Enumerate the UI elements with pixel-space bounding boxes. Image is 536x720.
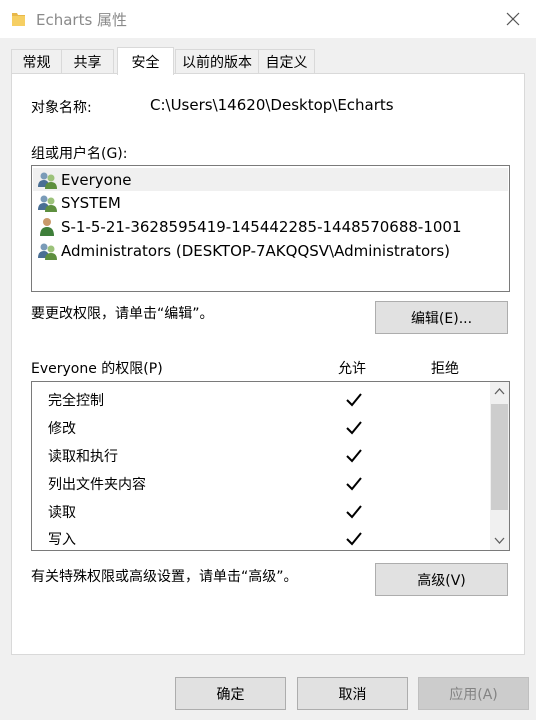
- tab-label: 自定义: [265, 55, 308, 71]
- edit-button[interactable]: 编辑(E)...: [375, 301, 508, 334]
- check-icon: [346, 532, 362, 546]
- list-item-label: S-1-5-21-3628595419-145442285-1448570688…: [61, 217, 462, 236]
- list-item-label: SYSTEM: [61, 193, 121, 212]
- edit-button-label: 编辑(E)...: [410, 310, 473, 327]
- tab-label: 安全: [131, 54, 160, 71]
- permissions-label: Everyone 的权限(P): [31, 361, 163, 377]
- list-item-administrators[interactable]: Administrators (DESKTOP-7AKQQSV\Administ…: [33, 239, 508, 262]
- ok-button[interactable]: 确定: [175, 677, 286, 710]
- list-item-system[interactable]: SYSTEM: [33, 191, 508, 214]
- permission-row: 修改: [32, 414, 490, 442]
- apply-button-label: 应用(A): [449, 686, 498, 703]
- folder-icon: [12, 13, 25, 26]
- groups-listbox[interactable]: Everyone SYSTEM S-1-5-21-3628595419-1454…: [31, 165, 510, 292]
- permission-name: 写入: [48, 532, 76, 548]
- user-icon: [40, 217, 54, 236]
- deny-header: 拒绝: [431, 361, 459, 377]
- tab-security[interactable]: 安全: [117, 47, 174, 75]
- permission-row: 完全控制: [32, 386, 490, 414]
- group-icon: [38, 195, 57, 212]
- tab-previous-versions[interactable]: 以前的版本: [175, 49, 259, 74]
- permission-name: 读取: [48, 505, 76, 521]
- permission-row: 列出文件夹内容: [32, 470, 490, 498]
- check-icon: [346, 477, 362, 491]
- permission-row: 写入: [32, 525, 490, 550]
- permission-name: 读取和执行: [48, 449, 118, 465]
- window-title: Echarts 属性: [36, 11, 128, 29]
- tab-customize[interactable]: 自定义: [258, 49, 315, 74]
- permissions-list[interactable]: 完全控制 修改 读取和执行 列出文件夹内容 读取 写入: [31, 381, 510, 551]
- dialog-footer: 确定 取消 应用(A): [0, 655, 536, 720]
- tab-general[interactable]: 常规: [11, 49, 62, 74]
- security-panel: 对象名称: C:\Users\14620\Desktop\Echarts 组或用…: [11, 73, 525, 655]
- tab-label: 共享: [73, 55, 102, 71]
- list-item-label: Administrators (DESKTOP-7AKQQSV\Administ…: [61, 241, 451, 260]
- group-icon: [38, 172, 57, 189]
- apply-button[interactable]: 应用(A): [418, 677, 529, 710]
- object-name-value: C:\Users\14620\Desktop\Echarts: [150, 96, 394, 114]
- permission-name: 列出文件夹内容: [48, 477, 146, 493]
- permission-name: 修改: [48, 421, 76, 437]
- tab-strip: 常规 共享 安全 以前的版本 自定义: [0, 38, 536, 75]
- tab-label: 以前的版本: [182, 55, 252, 71]
- check-icon: [346, 505, 362, 519]
- scroll-thumb[interactable]: [491, 404, 508, 510]
- close-icon: [506, 12, 520, 26]
- advanced-button[interactable]: 高级(V): [375, 563, 508, 596]
- tab-sharing[interactable]: 共享: [61, 49, 114, 74]
- chevron-up-icon[interactable]: [494, 387, 505, 395]
- chevron-down-icon[interactable]: [494, 537, 505, 545]
- permission-row: 读取和执行: [32, 442, 490, 470]
- permission-row: 读取: [32, 498, 490, 526]
- title-bar: Echarts 属性: [0, 0, 536, 38]
- advanced-button-label: 高级(V): [417, 572, 466, 589]
- check-icon: [346, 393, 362, 407]
- cancel-button[interactable]: 取消: [297, 677, 408, 710]
- groups-label: 组或用户名(G):: [31, 146, 128, 162]
- cancel-button-label: 取消: [338, 686, 367, 703]
- tab-label: 常规: [22, 55, 51, 71]
- permission-name: 完全控制: [48, 393, 104, 409]
- close-button[interactable]: [490, 0, 536, 38]
- list-item-everyone[interactable]: Everyone: [33, 168, 508, 191]
- list-item-user-sid[interactable]: S-1-5-21-3628595419-145442285-1448570688…: [33, 215, 508, 238]
- check-icon: [346, 449, 362, 463]
- list-item-label: Everyone: [61, 170, 132, 189]
- allow-header: 允许: [338, 361, 366, 377]
- check-icon: [346, 421, 362, 435]
- group-icon: [38, 243, 57, 260]
- advanced-hint: 有关特殊权限或高级设置，请单击“高级”。: [31, 569, 298, 585]
- ok-button-label: 确定: [216, 686, 245, 703]
- permissions-scrollbar[interactable]: [490, 382, 509, 550]
- object-name-label: 对象名称:: [31, 100, 92, 116]
- edit-hint: 要更改权限，请单击“编辑”。: [31, 306, 214, 322]
